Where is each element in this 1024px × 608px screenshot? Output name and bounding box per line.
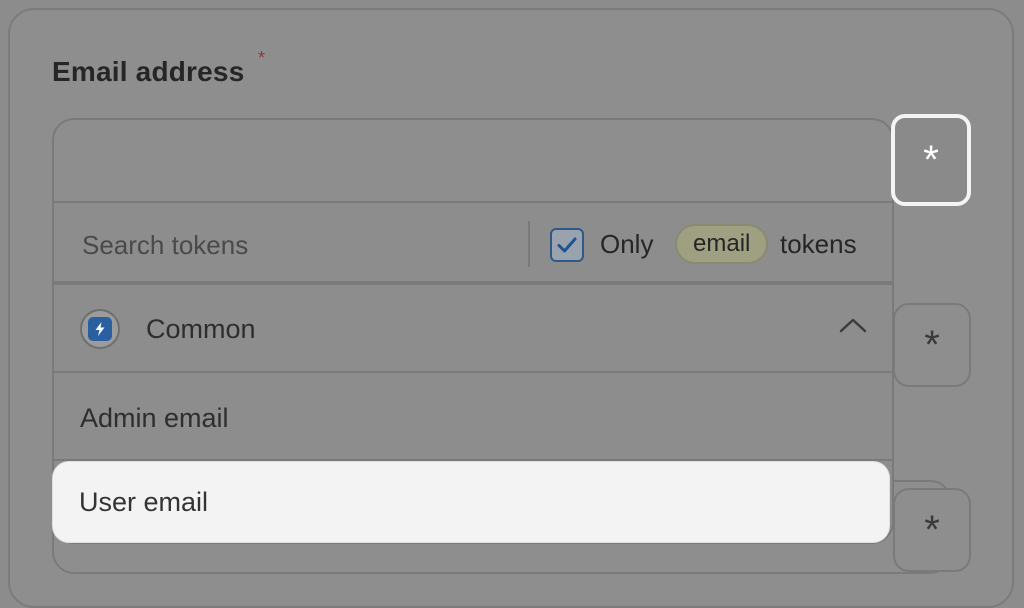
insert-token-button-2[interactable]: * <box>893 303 971 387</box>
email-input[interactable] <box>52 118 894 204</box>
checkmark-icon <box>557 237 577 253</box>
token-search-row: Only email tokens <box>54 203 892 285</box>
group-label: Common <box>146 314 256 344</box>
email-type-pill: email <box>675 224 769 264</box>
token-item-user-email[interactable]: User email <box>53 462 889 542</box>
divider <box>528 221 530 267</box>
asterisk-icon: * <box>923 137 939 182</box>
asterisk-icon: * <box>924 322 940 367</box>
insert-token-button[interactable]: * <box>891 114 971 206</box>
tokens-label: tokens <box>780 229 857 259</box>
insert-token-button-3[interactable]: * <box>893 488 971 572</box>
group-header-common[interactable]: Common <box>54 287 892 373</box>
lightning-icon <box>80 309 120 349</box>
required-asterisk: * <box>258 48 266 68</box>
chevron-up-icon <box>839 318 867 333</box>
token-item-admin-email[interactable]: Admin email <box>54 375 892 461</box>
email-field-label: Email address <box>52 56 245 87</box>
only-label: Only <box>600 229 654 259</box>
only-email-checkbox[interactable] <box>550 228 584 262</box>
token-search-input[interactable] <box>80 227 524 263</box>
asterisk-icon: * <box>924 507 940 552</box>
token-dropdown: Only email tokens Common Admin email Use… <box>52 201 894 544</box>
